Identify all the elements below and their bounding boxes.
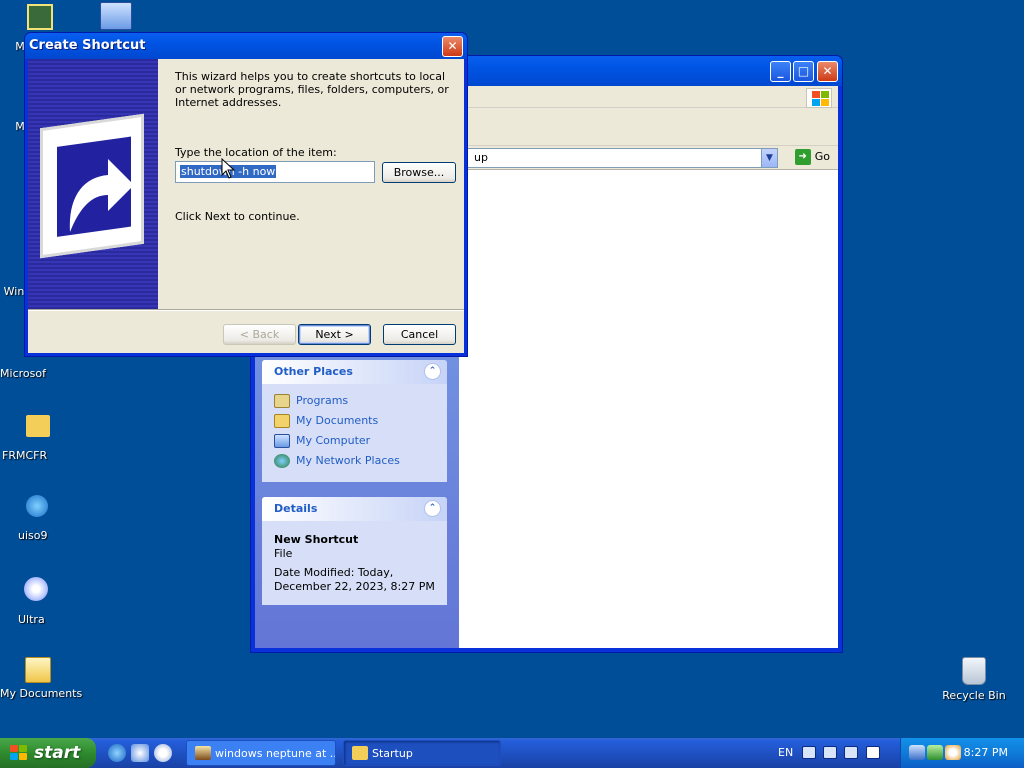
desktop-icon-7[interactable]: Ultra bbox=[0, 577, 62, 626]
other-places-header[interactable]: Other Places ⌃ bbox=[262, 360, 447, 384]
chevron-down-icon[interactable]: ▼ bbox=[761, 149, 777, 167]
computer-icon bbox=[274, 434, 290, 448]
desktop-icon-label: Recycle Bin bbox=[942, 689, 1006, 702]
details-title: Details bbox=[274, 502, 318, 515]
desktop-icon-label: My Documents bbox=[0, 687, 83, 700]
details-name: New Shortcut bbox=[274, 533, 359, 546]
desktop-icon-label: Microsof bbox=[0, 367, 46, 380]
language-indicator[interactable]: EN bbox=[778, 746, 793, 759]
place-label: My Network Places bbox=[296, 454, 400, 467]
maximize-button[interactable]: □ bbox=[793, 61, 814, 82]
back-button[interactable]: < Back bbox=[223, 324, 296, 345]
dialog-titlebar[interactable]: Create Shortcut ✕ bbox=[25, 33, 467, 59]
taskbar-item-startup[interactable]: Startup bbox=[343, 740, 501, 766]
place-link-my-documents[interactable]: My Documents bbox=[274, 412, 435, 432]
desktop-icon-label: uiso9 bbox=[18, 529, 48, 542]
cancel-button[interactable]: Cancel bbox=[383, 324, 456, 345]
collapse-icon[interactable]: ⌃ bbox=[424, 363, 441, 380]
close-button[interactable]: ✕ bbox=[817, 61, 838, 82]
place-link-my-network-places[interactable]: My Network Places bbox=[274, 452, 435, 472]
details-modified-2: December 22, 2023, 8:27 PM bbox=[274, 580, 435, 593]
details-type: File bbox=[274, 547, 293, 560]
folder-icon bbox=[274, 394, 290, 408]
desktop-icon-1[interactable]: M bbox=[2, 4, 78, 53]
details-header[interactable]: Details ⌃ bbox=[262, 497, 447, 521]
other-places-panel: Other Places ⌃ Programs My Documents My … bbox=[262, 360, 447, 482]
place-label: My Documents bbox=[296, 414, 379, 427]
mouse-cursor-icon bbox=[221, 158, 236, 179]
other-places-title: Other Places bbox=[274, 365, 353, 378]
go-button[interactable]: ➜ Go bbox=[794, 149, 830, 167]
dialog-separator bbox=[28, 309, 464, 311]
windows-flag-icon bbox=[10, 745, 28, 761]
search-icon[interactable] bbox=[945, 745, 961, 760]
location-input[interactable]: shutdown -h now bbox=[175, 161, 375, 183]
language-bar-icon[interactable] bbox=[844, 746, 858, 759]
folder-icon bbox=[352, 746, 368, 760]
browse-button[interactable]: Browse... bbox=[382, 162, 456, 183]
desktop-icon-label: FRMCFR bbox=[2, 449, 48, 462]
recycle-bin-icon bbox=[962, 657, 986, 685]
documents-folder-icon bbox=[25, 657, 51, 683]
location-label: Type the location of the item: bbox=[175, 146, 337, 159]
media-player-icon[interactable] bbox=[154, 744, 172, 762]
wizard-shortcut-art bbox=[28, 59, 158, 309]
go-arrow-icon: ➜ bbox=[794, 149, 811, 165]
folder-icon bbox=[26, 415, 50, 437]
network-icon bbox=[274, 454, 290, 468]
network-icon[interactable] bbox=[909, 745, 925, 760]
start-label: start bbox=[34, 743, 81, 763]
shortcut-arrow-icon bbox=[69, 159, 134, 232]
start-button[interactable]: start bbox=[0, 738, 96, 768]
place-link-my-computer[interactable]: My Computer bbox=[274, 432, 435, 452]
taskbar-item-label: Startup bbox=[372, 747, 413, 760]
system-tray: 8:27 PM bbox=[900, 738, 1024, 768]
desktop-icon-4[interactable]: Microsof bbox=[0, 367, 61, 380]
security-icon[interactable] bbox=[927, 745, 943, 760]
documents-folder-icon bbox=[274, 414, 290, 428]
help-icon[interactable] bbox=[866, 746, 880, 759]
desktop-icon-my-computer[interactable] bbox=[78, 2, 154, 34]
windows-logo-icon bbox=[806, 88, 832, 108]
taskbar-item-label: windows neptune at ... bbox=[215, 747, 336, 760]
continue-hint: Click Next to continue. bbox=[175, 210, 300, 223]
desktop-icon-my-documents[interactable]: My Documents bbox=[0, 657, 83, 700]
desktop-icon-label: Ultra bbox=[18, 613, 45, 626]
desktop-icon-recycle-bin[interactable]: Recycle Bin bbox=[936, 657, 1012, 702]
details-panel: Details ⌃ New Shortcut File Date Modifie… bbox=[262, 497, 447, 605]
address-input[interactable]: up ▼ bbox=[425, 148, 778, 168]
collapse-icon[interactable]: ⌃ bbox=[424, 500, 441, 517]
next-button[interactable]: Next > bbox=[298, 324, 371, 345]
browser-icon[interactable] bbox=[131, 744, 149, 762]
pen-icon[interactable] bbox=[823, 746, 837, 759]
dialog-title: Create Shortcut bbox=[29, 38, 146, 53]
go-label: Go bbox=[814, 150, 830, 163]
computer-icon bbox=[100, 2, 132, 30]
disc-icon bbox=[24, 577, 48, 601]
globe-icon bbox=[26, 495, 48, 517]
place-label: My Computer bbox=[296, 434, 371, 447]
address-value: up bbox=[474, 151, 488, 164]
place-label: Programs bbox=[296, 394, 349, 407]
desktop-icon-5[interactable]: FRMCFR bbox=[0, 415, 62, 462]
program-icon bbox=[27, 4, 53, 30]
file-list-area[interactable] bbox=[459, 170, 838, 648]
taskbar-item-windows-neptune[interactable]: windows neptune at ... bbox=[186, 740, 336, 766]
taskbar: start windows neptune at ... Startup EN … bbox=[0, 738, 1024, 768]
app-icon bbox=[195, 746, 211, 760]
keyboard-icon[interactable] bbox=[802, 746, 816, 759]
details-modified-1: Date Modified: Today, bbox=[274, 566, 394, 579]
desktop-icon-6[interactable]: uiso9 bbox=[0, 495, 62, 542]
minimize-button[interactable]: _ bbox=[770, 61, 791, 82]
place-link-programs[interactable]: Programs bbox=[274, 392, 435, 412]
dialog-body: This wizard helps you to create shortcut… bbox=[28, 59, 464, 353]
close-button[interactable]: ✕ bbox=[442, 36, 463, 57]
clock: 8:27 PM bbox=[963, 746, 1008, 759]
internet-explorer-icon[interactable] bbox=[108, 744, 126, 762]
create-shortcut-dialog: Create Shortcut ✕ This wizard helps you … bbox=[24, 32, 468, 357]
wizard-intro-text: This wizard helps you to create shortcut… bbox=[175, 70, 449, 109]
